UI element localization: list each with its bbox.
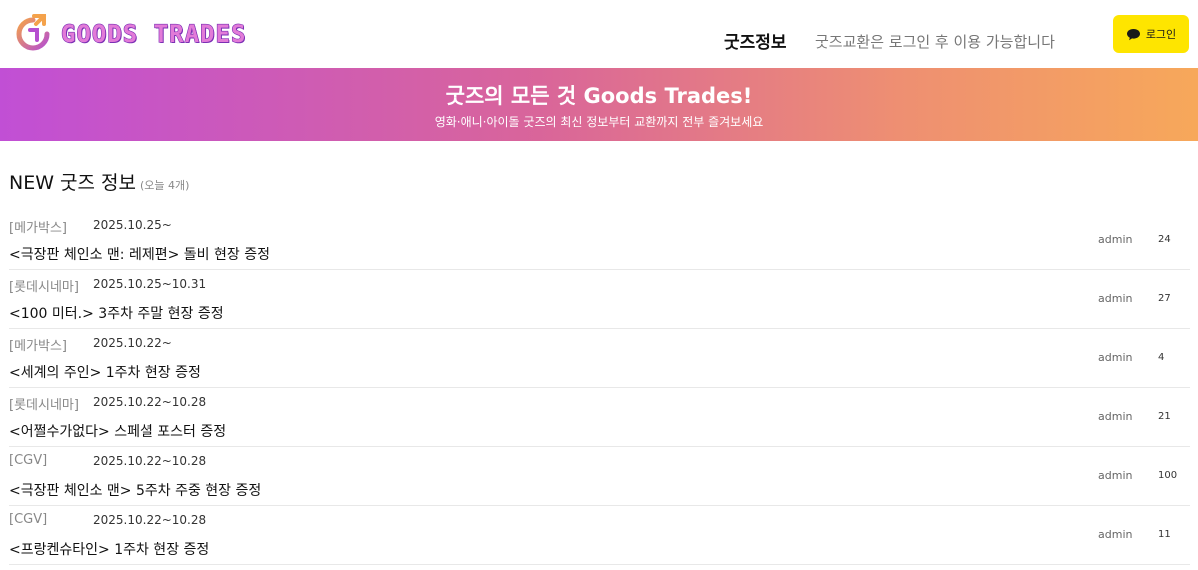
- logo-icon: [16, 14, 50, 51]
- author-label: admin: [1098, 469, 1133, 482]
- period-label: 2025.10.22~10.28: [93, 454, 207, 468]
- view-count: 100: [1158, 470, 1178, 481]
- item-title-link[interactable]: <극장판 체인소 맨: 레제편> 돌비 현장 증정: [9, 244, 270, 264]
- author-label: admin: [1098, 351, 1133, 364]
- item-title-link[interactable]: <어쩔수가없다> 스페셜 포스터 증정: [9, 421, 226, 441]
- item-title-link[interactable]: <100 미터.> 3주차 주말 현장 증정: [9, 303, 224, 323]
- header: GOODS TRADES 굿즈정보 굿즈교환은 로그인 후 이용 가능합니다 로…: [0, 0, 1198, 68]
- author-label: admin: [1098, 233, 1133, 246]
- list-item[interactable]: [롯데시네마] 2025.10.25~10.31 <100 미터.> 3주차 주…: [9, 270, 1190, 329]
- period-label: 2025.10.22~10.28: [93, 395, 207, 409]
- view-count: 27: [1158, 293, 1171, 304]
- cinema-label: [메가박스]: [9, 221, 67, 236]
- nav-login-notice: 굿즈교환은 로그인 후 이용 가능합니다: [815, 33, 1055, 51]
- period-label: 2025.10.25~10.31: [93, 277, 207, 291]
- list-item[interactable]: [CGV] 2025.10.22~10.28 <프랑켄슈타인> 1주차 현장 증…: [9, 506, 1190, 565]
- period-label: 2025.10.25~: [93, 218, 172, 232]
- cinema-label: [메가박스]: [9, 339, 67, 354]
- period-label: 2025.10.22~: [93, 336, 172, 350]
- cinema-label: [롯데시네마]: [9, 398, 79, 413]
- logo-text: GOODS TRADES: [60, 19, 247, 48]
- list-item[interactable]: [메가박스] 2025.10.22~ <세계의 주인> 1주차 현장 증정 ad…: [9, 329, 1190, 388]
- list-item[interactable]: [CGV] 2025.10.22~10.28 <극장판 체인소 맨> 5주차 주…: [9, 447, 1190, 506]
- hero-banner: 굿즈의 모든 것 Goods Trades! 영화·애니·아이돌 굿즈의 최신 …: [0, 68, 1198, 141]
- banner-title: 굿즈의 모든 것 Goods Trades!: [445, 84, 753, 108]
- section-title: NEW 굿즈 정보 (오늘 4개): [9, 168, 189, 195]
- cinema-label: [CGV]: [9, 453, 48, 468]
- item-title-link[interactable]: <세계의 주인> 1주차 현장 증정: [9, 362, 201, 382]
- login-label: 로그인: [1145, 28, 1177, 41]
- list-item[interactable]: [롯데시네마] 2025.10.22~10.28 <어쩔수가없다> 스페셜 포스…: [9, 388, 1190, 447]
- item-title-link[interactable]: <극장판 체인소 맨> 5주차 주중 현장 증정: [9, 480, 261, 500]
- item-title-link[interactable]: <프랑켄슈타인> 1주차 현장 증정: [9, 539, 209, 559]
- view-count: 4: [1158, 352, 1165, 363]
- goods-list: [메가박스] 2025.10.25~ <극장판 체인소 맨: 레제편> 돌비 현…: [9, 211, 1190, 565]
- section-count: (오늘 4개): [140, 179, 190, 192]
- section-title-text: NEW 굿즈 정보: [9, 172, 137, 194]
- list-item[interactable]: [메가박스] 2025.10.25~ <극장판 체인소 맨: 레제편> 돌비 현…: [9, 211, 1190, 270]
- banner-subtitle: 영화·애니·아이돌 굿즈의 최신 정보부터 교환까지 전부 즐겨보세요: [434, 115, 764, 129]
- view-count: 21: [1158, 411, 1171, 422]
- nav-goods-info[interactable]: 굿즈정보: [724, 28, 787, 53]
- author-label: admin: [1098, 410, 1133, 423]
- logo-link[interactable]: GOODS TRADES: [14, 14, 246, 54]
- author-label: admin: [1098, 292, 1133, 305]
- view-count: 24: [1158, 234, 1171, 245]
- login-button[interactable]: 로그인: [1113, 15, 1189, 53]
- author-label: admin: [1098, 528, 1133, 541]
- period-label: 2025.10.22~10.28: [93, 513, 207, 527]
- chat-bubble-icon: [1126, 28, 1140, 40]
- view-count: 11: [1158, 529, 1171, 540]
- cinema-label: [롯데시네마]: [9, 280, 79, 295]
- cinema-label: [CGV]: [9, 512, 48, 527]
